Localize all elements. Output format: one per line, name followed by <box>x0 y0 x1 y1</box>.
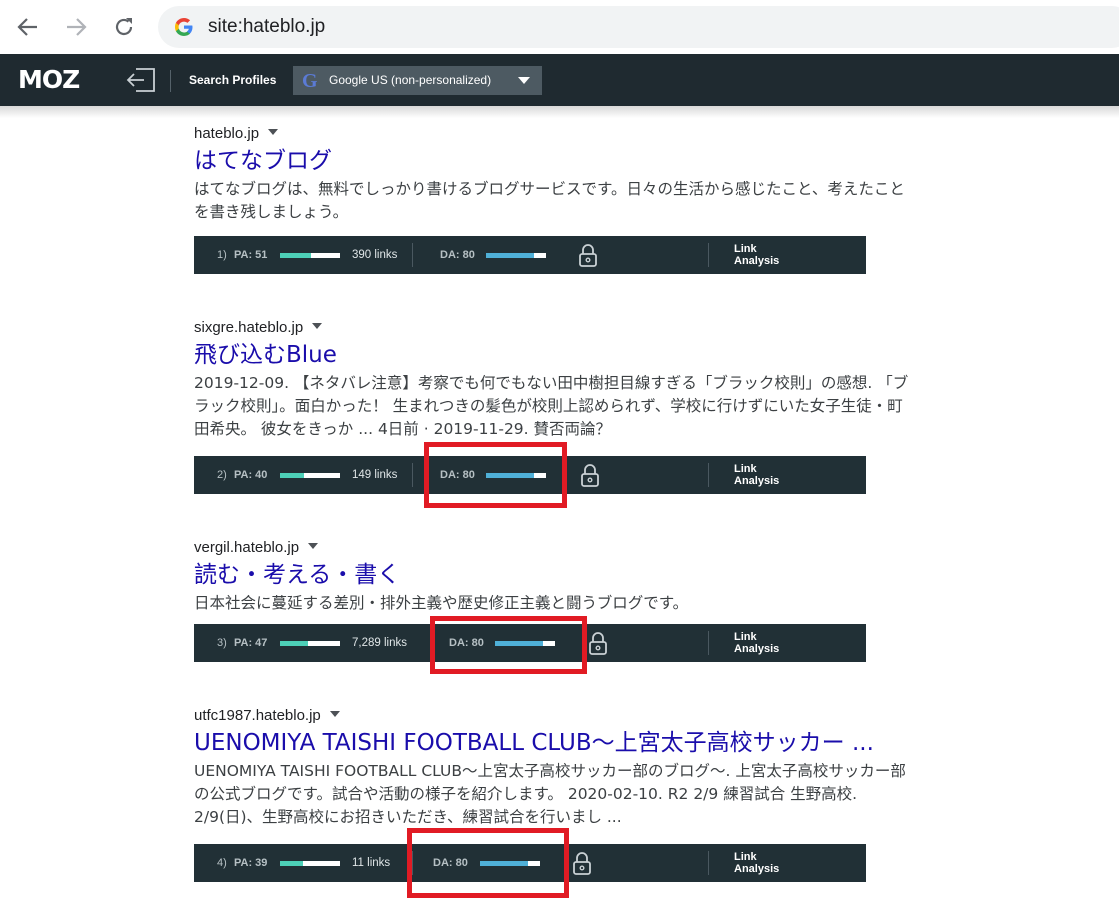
toolbar-divider <box>170 70 171 92</box>
links-count[interactable]: 11 links <box>352 844 390 882</box>
lock-icon[interactable] <box>572 852 592 876</box>
reload-button[interactable] <box>107 10 141 44</box>
pa-bar-fill <box>280 473 304 478</box>
caret-down-icon[interactable] <box>329 711 340 717</box>
link-analysis-label: Link <box>734 631 757 643</box>
metrics-divider <box>708 463 709 487</box>
result-rank: 4) <box>217 857 227 869</box>
result-site[interactable]: sixgre.hateblo.jp <box>194 318 924 338</box>
pa-bar <box>280 473 340 478</box>
result-site-text: hateblo.jp <box>194 125 260 142</box>
domain-authority: DA: 80 <box>440 249 475 261</box>
lock-icon[interactable] <box>588 632 608 656</box>
link-analysis-label: Link <box>734 243 757 255</box>
red-highlight-box <box>430 616 587 674</box>
forward-arrow-icon <box>67 18 87 36</box>
result-title-link[interactable]: 読む・考える・書く <box>194 560 924 590</box>
pa-bar-fill <box>280 253 311 258</box>
result-site[interactable]: hateblo.jp <box>194 124 924 144</box>
result-snippet: 2019-12-09. 【ネタバレ注意】考察でも何でもない田中樹担目線すぎる「ブ… <box>194 374 909 438</box>
metrics-divider <box>708 243 709 267</box>
red-highlight-box <box>407 828 569 898</box>
pa-bar <box>280 641 340 646</box>
result-title-link[interactable]: UENOMIYA TAISHI FOOTBALL CLUB～上宮太子高校サッカー… <box>194 728 924 758</box>
links-count[interactable]: 390 links <box>352 236 397 274</box>
link-analysis-button[interactable]: Link Analysis <box>734 631 779 655</box>
toolbar-shadow <box>0 106 1119 118</box>
search-result: sixgre.hateblo.jp 飛び込むBlue 2019-12-09. 【… <box>194 318 924 441</box>
result-site-text: vergil.hateblo.jp <box>194 539 300 556</box>
result-rank: 2) <box>217 469 227 481</box>
da-bar <box>486 253 546 258</box>
page-authority: PA: 40 <box>234 469 268 481</box>
red-highlight-box <box>424 442 567 508</box>
page-authority: PA: 51 <box>234 249 268 261</box>
forward-button[interactable] <box>59 10 93 44</box>
link-analysis-label: Link <box>734 463 757 475</box>
search-profile-value: Google US (non-personalized) <box>329 73 492 87</box>
pa-bar-fill <box>280 641 309 646</box>
pa-bar <box>280 253 340 258</box>
caret-down-icon[interactable] <box>268 129 279 135</box>
link-analysis-button[interactable]: Link Analysis <box>734 463 779 487</box>
link-analysis-label: Analysis <box>734 863 780 875</box>
lock-icon[interactable] <box>578 244 598 268</box>
back-arrow-icon <box>17 18 37 36</box>
result-snippet: 日本社会に蔓延する差別・排外主義や歴史修正主義と闘うブログです。 <box>194 594 689 612</box>
moz-logo: MOZ <box>18 65 80 94</box>
search-result: utfc1987.hateblo.jp UENOMIYA TAISHI FOOT… <box>194 706 924 829</box>
exit-icon[interactable] <box>126 67 156 93</box>
result-rank: 3) <box>217 637 227 649</box>
google-g-icon <box>175 18 193 36</box>
search-profile-dropdown[interactable]: G Google US (non-personalized) <box>293 66 542 95</box>
link-analysis-button[interactable]: Link Analysis <box>734 243 779 267</box>
links-count[interactable]: 149 links <box>352 456 397 494</box>
result-site[interactable]: vergil.hateblo.jp <box>194 538 924 558</box>
search-result: vergil.hateblo.jp 読む・考える・書く 日本社会に蔓延する差別・… <box>194 538 924 615</box>
result-site-text: utfc1987.hateblo.jp <box>194 707 321 724</box>
result-rank: 1) <box>217 249 227 261</box>
caret-down-icon[interactable] <box>312 323 323 329</box>
pa-bar <box>280 861 340 866</box>
da-bar-fill <box>486 253 534 258</box>
page-authority: PA: 47 <box>234 637 268 649</box>
link-analysis-button[interactable]: Link Analysis <box>734 851 779 875</box>
link-analysis-label: Analysis <box>734 643 780 655</box>
search-profiles-label[interactable]: Search Profiles <box>189 54 276 106</box>
mozbar-metrics-row: 1) PA: 51 390 links DA: 80 Link Analysis <box>194 236 866 274</box>
metrics-divider <box>412 463 413 487</box>
pa-bar-fill <box>280 861 304 866</box>
google-profile-icon: G <box>302 70 318 92</box>
metrics-divider <box>412 243 413 267</box>
search-result: hateblo.jp はてなブログ はてなブログは、無料でしっかり書けるブログサ… <box>194 124 924 224</box>
result-site-text: sixgre.hateblo.jp <box>194 319 304 336</box>
address-bar[interactable]: site:hateblo.jp <box>158 6 1119 48</box>
link-analysis-label: Analysis <box>734 255 780 267</box>
page-authority: PA: 39 <box>234 857 268 869</box>
back-button[interactable] <box>11 10 45 44</box>
lock-icon[interactable] <box>580 464 600 488</box>
metrics-divider <box>708 851 709 875</box>
result-title-link[interactable]: はてなブログ <box>194 146 924 176</box>
result-snippet: はてなブログは、無料でしっかり書けるブログサービスです。日々の生活から感じたこと… <box>194 180 905 221</box>
metrics-divider <box>708 631 709 655</box>
caret-down-icon <box>518 77 530 84</box>
reload-icon <box>115 18 133 36</box>
link-analysis-label: Analysis <box>734 475 780 487</box>
result-site[interactable]: utfc1987.hateblo.jp <box>194 706 924 726</box>
result-snippet: UENOMIYA TAISHI FOOTBALL CLUB～上宮太子高校サッカー… <box>194 762 906 826</box>
links-count[interactable]: 7,289 links <box>352 624 407 662</box>
caret-down-icon[interactable] <box>308 543 319 549</box>
result-title-link[interactable]: 飛び込むBlue <box>194 340 924 370</box>
link-analysis-label: Link <box>734 851 757 863</box>
mozbar-toolbar: MOZ Search Profiles G Google US (non-per… <box>0 54 1119 106</box>
browser-toolbar: site:hateblo.jp <box>0 0 1119 54</box>
address-text: site:hateblo.jp <box>208 16 326 37</box>
